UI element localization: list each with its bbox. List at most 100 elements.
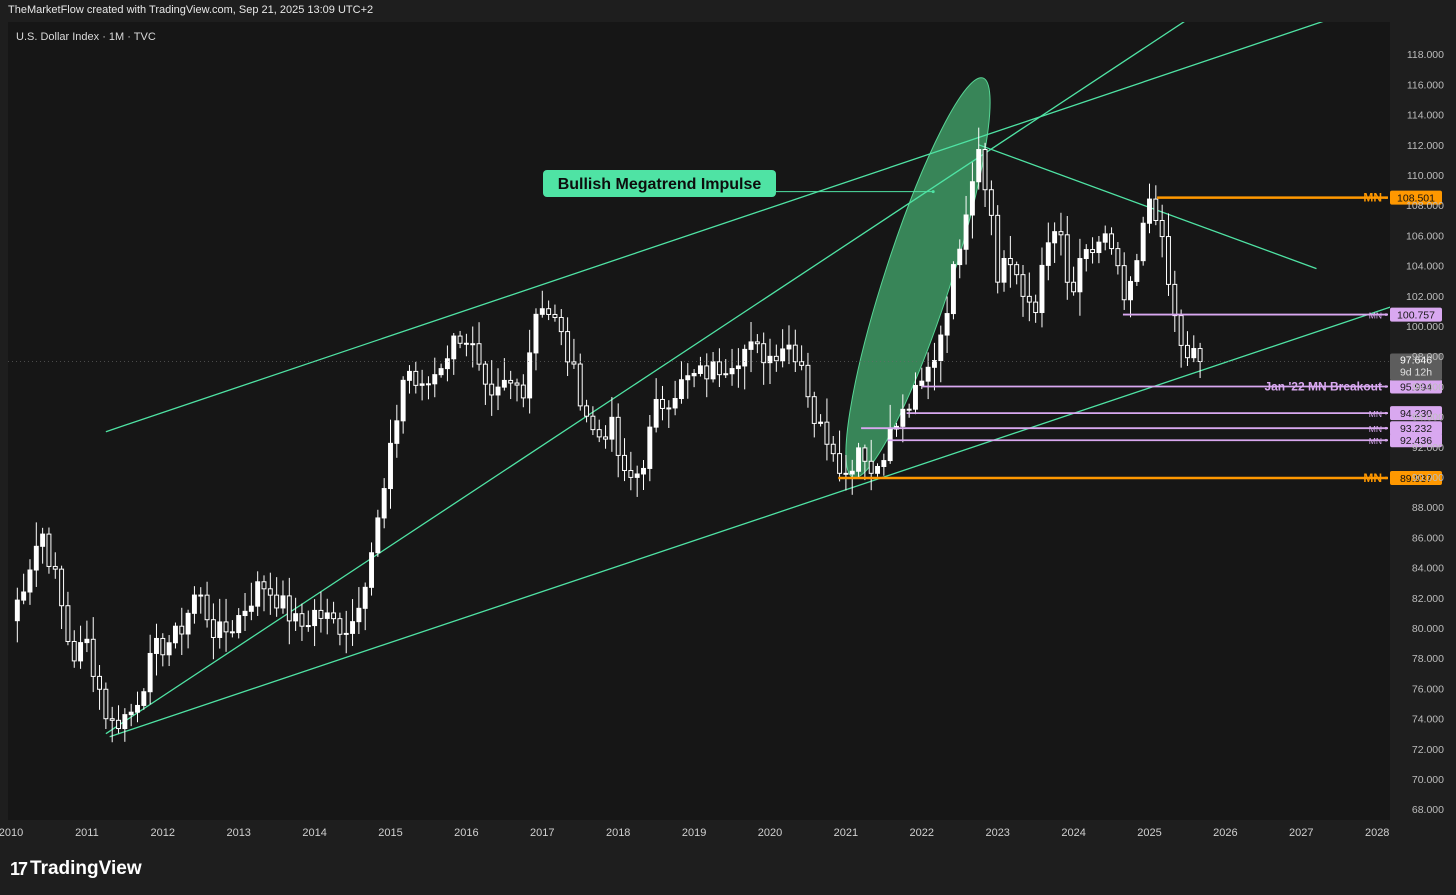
candle-body <box>925 366 931 382</box>
candle-body <box>223 621 229 633</box>
candle-body <box>843 472 849 475</box>
candle-body <box>299 613 305 627</box>
x-tick-label: 2019 <box>682 827 706 839</box>
candle-body <box>413 370 419 386</box>
tradingview-logo-text: TradingView <box>30 858 142 879</box>
candle-body <box>856 447 862 472</box>
candle-body <box>1014 264 1020 276</box>
candle-body <box>615 416 621 456</box>
candle-body <box>388 442 393 490</box>
candle-body <box>84 638 90 644</box>
candle-body <box>318 609 324 619</box>
trendline-channel-lower <box>109 306 1390 738</box>
candle-body <box>116 719 121 730</box>
y-tick-label: 96.000 <box>1412 381 1444 393</box>
candle-body <box>400 379 406 422</box>
candle-body <box>147 652 153 693</box>
candle-body <box>324 612 330 619</box>
candle-body <box>369 552 374 588</box>
candle-body <box>584 405 590 417</box>
candle-body <box>1102 233 1108 243</box>
y-tick-label: 82.000 <box>1412 593 1444 605</box>
level-label: MN <box>1369 424 1382 434</box>
candle-body <box>286 595 292 622</box>
candle-body <box>723 373 729 376</box>
level-label: MN <box>1369 311 1382 321</box>
level-label: MN <box>1369 409 1382 419</box>
candle-body <box>166 642 172 656</box>
y-tick-label: 102.000 <box>1406 291 1444 303</box>
candle-body <box>312 609 318 627</box>
candle-body <box>837 453 843 474</box>
candle-body <box>558 316 564 333</box>
candle-body <box>141 691 147 706</box>
candle-body <box>255 581 261 607</box>
candle-body <box>887 428 893 462</box>
candle-body <box>198 594 204 597</box>
candle-body <box>862 447 868 462</box>
annotation-text: Bullish Megatrend Impulse <box>558 176 762 193</box>
candle-body <box>350 621 356 634</box>
tradingview-logo[interactable]: 17 TradingView <box>10 858 142 880</box>
candle-body <box>470 343 476 346</box>
candle-body <box>1140 222 1146 262</box>
candle-body <box>1039 264 1045 314</box>
candle-body <box>881 460 887 467</box>
candle-body <box>191 594 197 614</box>
x-tick-label: 2014 <box>302 827 326 839</box>
candle-body <box>754 341 760 345</box>
candle-body <box>811 396 817 424</box>
candle-body <box>982 149 988 191</box>
level-dot <box>1384 426 1388 430</box>
x-tick-label: 2011 <box>75 827 99 839</box>
x-tick-label: 2018 <box>606 827 630 839</box>
candle-body <box>1197 348 1203 363</box>
candle-body <box>204 594 210 621</box>
candle-body <box>1109 233 1115 250</box>
level-dot <box>1384 438 1388 442</box>
candle-body <box>27 569 33 593</box>
y-tick-label: 100.000 <box>1406 321 1444 333</box>
candle-body <box>716 361 722 376</box>
candle-body <box>647 426 653 469</box>
candle-body <box>571 361 577 365</box>
candle-body <box>685 375 691 381</box>
candle-body <box>425 383 431 386</box>
candle-body <box>666 407 672 410</box>
candle-body <box>501 379 507 388</box>
y-tick-label: 98.000 <box>1412 351 1444 363</box>
candle-body <box>824 421 830 445</box>
candle-body <box>1033 301 1039 314</box>
candle-body <box>596 429 602 438</box>
candle-body <box>533 313 539 354</box>
candle-body <box>678 379 684 400</box>
y-tick-label: 90.000 <box>1412 472 1444 484</box>
candle-body <box>1071 281 1077 293</box>
level-dot <box>1384 385 1388 388</box>
candle-body <box>830 443 836 455</box>
candles-layer <box>14 127 1203 743</box>
y-tick-label: 84.000 <box>1412 563 1444 575</box>
candle-body <box>1096 241 1102 254</box>
candle-body <box>109 718 115 721</box>
candle-body <box>71 640 77 662</box>
price-chart[interactable]: 108.501MN100.757MN95.994Jan '22 MN Break… <box>0 0 1456 895</box>
candle-body <box>913 384 918 410</box>
candle-body <box>1064 234 1070 283</box>
candle-body <box>217 621 223 638</box>
candle-body <box>274 594 280 609</box>
candle-body <box>735 365 741 370</box>
candle-body <box>261 581 267 590</box>
x-tick-label: 2013 <box>226 827 250 839</box>
candle-body <box>1191 348 1197 359</box>
candle-body <box>489 383 495 396</box>
y-tick-label: 88.000 <box>1412 502 1444 514</box>
candle-body <box>761 343 767 364</box>
y-tick-label: 112.000 <box>1407 140 1444 152</box>
candle-body <box>185 612 191 635</box>
candle-body <box>849 470 855 475</box>
level-dot <box>1384 476 1388 480</box>
x-tick-label: 2025 <box>1137 827 1161 839</box>
candle-body <box>65 605 71 642</box>
candle-body <box>514 382 520 386</box>
